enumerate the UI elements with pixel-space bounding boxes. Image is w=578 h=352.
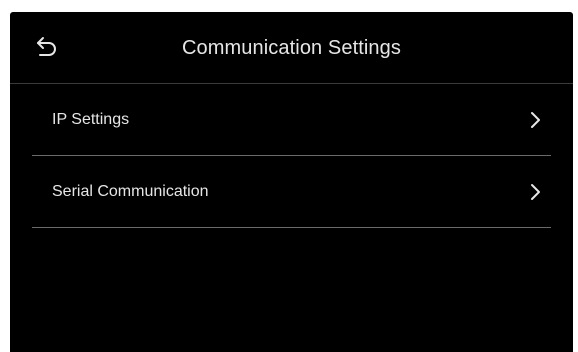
menu-item-serial-communication[interactable]: Serial Communication [32,156,551,228]
menu-item-ip-settings[interactable]: IP Settings [32,84,551,156]
chevron-right-icon [529,183,541,201]
menu-item-label: IP Settings [52,111,130,128]
settings-list: IP Settings Serial Communication [32,84,551,228]
settings-screen: Communication Settings IP Settings Seria… [10,12,573,352]
menu-item-label: Serial Communication [52,183,209,200]
back-button[interactable] [34,34,60,60]
back-arrow-icon [34,34,60,60]
page-title: Communication Settings [182,37,401,59]
header-bar: Communication Settings [10,12,573,84]
chevron-right-icon [529,111,541,129]
